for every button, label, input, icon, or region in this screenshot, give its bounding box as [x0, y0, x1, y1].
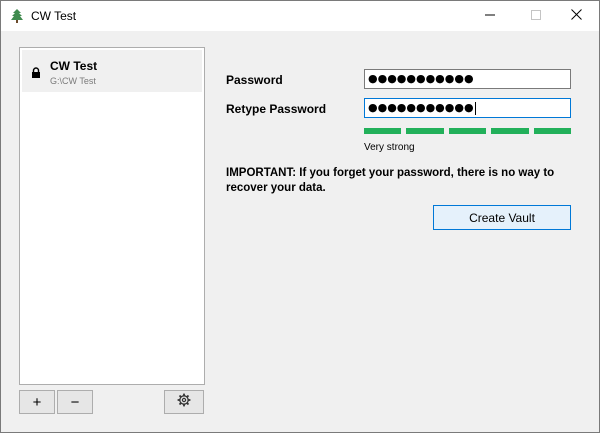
password-input[interactable]: ●●●●●●●●●●● [364, 69, 571, 89]
strength-segment [448, 128, 487, 134]
password-strength-meter [364, 128, 571, 134]
retype-password-value: ●●●●●●●●●●● [368, 101, 474, 114]
app-window: CW Test CW Test G:\CW Test + − Password … [0, 0, 600, 433]
strength-segment [406, 128, 444, 134]
close-icon [570, 7, 582, 25]
retype-password-label: Retype Password [226, 102, 327, 116]
app-logo-icon [9, 8, 25, 24]
minimize-icon [485, 7, 495, 25]
settings-button[interactable] [164, 390, 204, 414]
gear-icon [177, 393, 191, 412]
remove-label: − [70, 393, 80, 411]
password-strength-label: Very strong [364, 142, 415, 153]
add-label: + [32, 393, 42, 411]
password-value: ●●●●●●●●●●● [368, 72, 474, 85]
vault-name: CW Test [50, 59, 98, 73]
strength-segment [491, 128, 529, 134]
password-label: Password [226, 73, 283, 87]
vault-list-item[interactable]: CW Test G:\CW Test [22, 50, 202, 92]
close-button[interactable] [553, 1, 599, 31]
vault-path: G:\CW Test [50, 76, 96, 86]
window-title: CW Test [31, 9, 77, 23]
add-vault-button[interactable]: + [19, 390, 55, 414]
title-bar[interactable]: CW Test [1, 1, 599, 31]
maximize-icon [531, 7, 541, 25]
strength-segment [364, 128, 402, 134]
minimize-button[interactable] [467, 1, 513, 31]
strength-segment [533, 128, 571, 134]
create-vault-button[interactable]: Create Vault [433, 205, 571, 230]
remove-vault-button[interactable]: − [57, 390, 93, 414]
text-caret [474, 101, 476, 115]
lock-icon [31, 66, 41, 78]
vault-list[interactable]: CW Test G:\CW Test [19, 47, 205, 385]
retype-password-input[interactable]: ●●●●●●●●●●● [364, 98, 571, 118]
create-vault-label: Create Vault [469, 210, 535, 225]
password-warning: IMPORTANT: If you forget your password, … [226, 167, 555, 194]
